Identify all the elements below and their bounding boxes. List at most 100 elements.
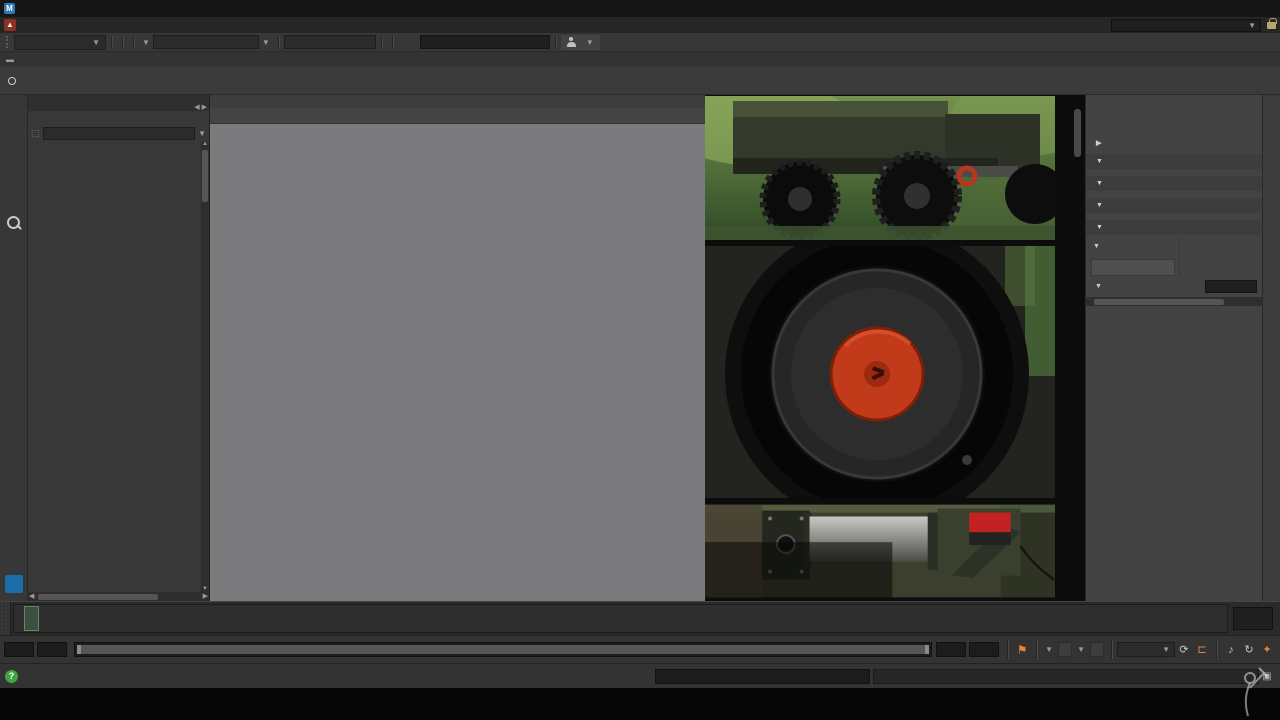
- fps-select[interactable]: ▼: [1117, 642, 1175, 657]
- live-surface-caret[interactable]: ▼: [262, 38, 270, 47]
- mesh-section-header[interactable]: ▼: [1086, 154, 1262, 169]
- outliner-menus: [28, 111, 209, 125]
- workspace-select[interactable]: ▼: [1111, 19, 1261, 32]
- chevron-down-icon: ▼: [1096, 158, 1103, 165]
- shelf-menu-icon[interactable]: ▬: [6, 55, 14, 64]
- toolbox: [0, 95, 28, 601]
- outliner-vertical-scrollbar[interactable]: ▲ ▼: [201, 142, 209, 592]
- playback-end-field[interactable]: [936, 642, 966, 657]
- outliner-search-input[interactable]: [43, 127, 196, 140]
- letterbox-bar: [0, 688, 1280, 720]
- chevron-down-icon: ▼: [586, 38, 594, 47]
- shelf-tab-bar: ▬: [0, 52, 1280, 67]
- tab-scroll-arrows[interactable]: ◀ ▶: [194, 103, 209, 111]
- anim-prefs-icon[interactable]: ✦: [1258, 643, 1276, 656]
- current-frame-marker[interactable]: [24, 606, 39, 631]
- zoom-tool-icon[interactable]: [3, 213, 25, 235]
- range-slider[interactable]: [74, 642, 932, 657]
- clamp-playback-icon[interactable]: ⊏: [1193, 643, 1211, 656]
- user-avatar-icon: [567, 37, 576, 47]
- command-result-field: [873, 669, 1259, 684]
- rotate-space-select[interactable]: ▼: [1091, 238, 1175, 254]
- animation-end-field[interactable]: [969, 642, 999, 657]
- viewport-menu-bar: [210, 95, 705, 108]
- anim-layer-select[interactable]: [1090, 642, 1104, 657]
- chevron-right-icon: ▶: [1096, 139, 1101, 147]
- reference-photo-winch: [705, 504, 1055, 598]
- edit-pivot-button[interactable]: [1091, 259, 1175, 276]
- status-line: ▼ ▼ ▼ ▼: [0, 33, 1280, 52]
- shelf: [0, 67, 1280, 95]
- time-slider-grip[interactable]: [0, 602, 11, 635]
- command-help-row: ? ▣: [0, 663, 1280, 688]
- title-bar: M: [0, 0, 1280, 17]
- anim-layer-caret[interactable]: ▼: [1077, 645, 1085, 654]
- filter-icon[interactable]: ⬚: [31, 128, 40, 139]
- modeling-toolkit-panel: ▶ ▼ ▼ ▼: [1085, 95, 1262, 601]
- rotate-settings-header[interactable]: ▼: [1086, 220, 1262, 235]
- mel-command-input[interactable]: [655, 669, 870, 684]
- scroll-left-icon[interactable]: ◀: [29, 592, 34, 601]
- reference-photo-hub-closeup: [705, 246, 1055, 498]
- input-field-mode-icon[interactable]: [398, 35, 420, 50]
- chevron-down-icon: ▼: [1162, 645, 1170, 654]
- perspective-viewport: [210, 95, 705, 601]
- help-icon[interactable]: ?: [5, 670, 18, 683]
- tools-section-header[interactable]: ▼: [1086, 198, 1262, 213]
- viewport-canvas[interactable]: [210, 124, 705, 601]
- soft-selection-header[interactable]: ▶: [1086, 134, 1262, 151]
- character-set-select[interactable]: [1058, 642, 1072, 657]
- outliner-list: ▲ ▼: [28, 142, 209, 592]
- chevron-down-icon[interactable]: ▼: [1095, 283, 1102, 290]
- step-snap-value-field[interactable]: [1205, 280, 1257, 293]
- script-editor-icon[interactable]: ▣: [1259, 671, 1275, 682]
- chevron-down-icon: ▼: [1248, 21, 1256, 30]
- chevron-down-icon: ▼: [1096, 180, 1103, 187]
- outliner-search-row: ⬚ ▼: [28, 125, 209, 142]
- reference-photo-truck-rear: [705, 96, 1055, 240]
- scroll-right-icon[interactable]: ▶: [203, 592, 208, 601]
- maya-logo: [5, 575, 23, 593]
- components-section-header[interactable]: ▼: [1086, 176, 1262, 191]
- main-area: ◀ ▶ ⬚ ▼ ▲ ▼: [0, 95, 1280, 601]
- character-set-caret[interactable]: ▼: [1045, 645, 1053, 654]
- outliner-panel: ◀ ▶ ⬚ ▼ ▲ ▼: [28, 95, 210, 601]
- right-sidebar-tabs: [1262, 95, 1280, 601]
- time-slider: [0, 601, 1280, 635]
- outliner-horizontal-scrollbar[interactable]: ◀ ▶: [28, 592, 209, 601]
- shelf-editor-icon[interactable]: [8, 77, 16, 85]
- menu-bar: ▲ ▼: [0, 17, 1280, 33]
- set-key-icon[interactable]: ⚑: [1013, 643, 1031, 657]
- rotate-settings-body: ▼: [1086, 235, 1262, 276]
- status-grip[interactable]: [6, 36, 11, 48]
- playback-start-field[interactable]: [37, 642, 67, 657]
- evaluation-mode-icon[interactable]: ↻: [1240, 643, 1258, 656]
- search-options-caret[interactable]: ▼: [198, 129, 206, 138]
- chevron-down-icon: ▼: [1093, 243, 1100, 250]
- toolkit-menus: [1086, 95, 1262, 110]
- user-account-menu[interactable]: ▼: [561, 35, 600, 50]
- reference-image-panel: [705, 95, 1085, 601]
- viewport-toolbar: [210, 108, 705, 124]
- scroll-up-icon[interactable]: ▲: [201, 142, 209, 147]
- chevron-down-icon: ▼: [1096, 224, 1103, 231]
- audio-mute-icon[interactable]: ♪: [1222, 644, 1240, 656]
- selection-info: [1086, 112, 1262, 125]
- playback-controls: [1276, 602, 1280, 635]
- snap-options-caret[interactable]: ▼: [142, 38, 150, 47]
- toolkit-horizontal-scrollbar[interactable]: [1086, 297, 1262, 306]
- time-slider-ruler[interactable]: [13, 604, 1228, 633]
- selection-name-input[interactable]: [420, 35, 550, 49]
- maya-app-icon: M: [4, 3, 15, 14]
- symmetry-field[interactable]: [284, 35, 376, 49]
- loop-playback-icon[interactable]: ⟳: [1175, 643, 1193, 656]
- workspace-lock-icon[interactable]: [1267, 22, 1276, 29]
- menu-set-selector[interactable]: ▼: [14, 35, 106, 50]
- maya-menu-icon[interactable]: ▲: [4, 19, 16, 31]
- panel-stack-icon[interactable]: [3, 543, 25, 565]
- animation-start-field[interactable]: [4, 642, 34, 657]
- reference-panel-scrollbar[interactable]: [1074, 109, 1081, 157]
- live-surface-field[interactable]: [153, 35, 259, 49]
- step-snap-row: ▼: [1086, 276, 1262, 293]
- current-time-field[interactable]: [1233, 607, 1273, 630]
